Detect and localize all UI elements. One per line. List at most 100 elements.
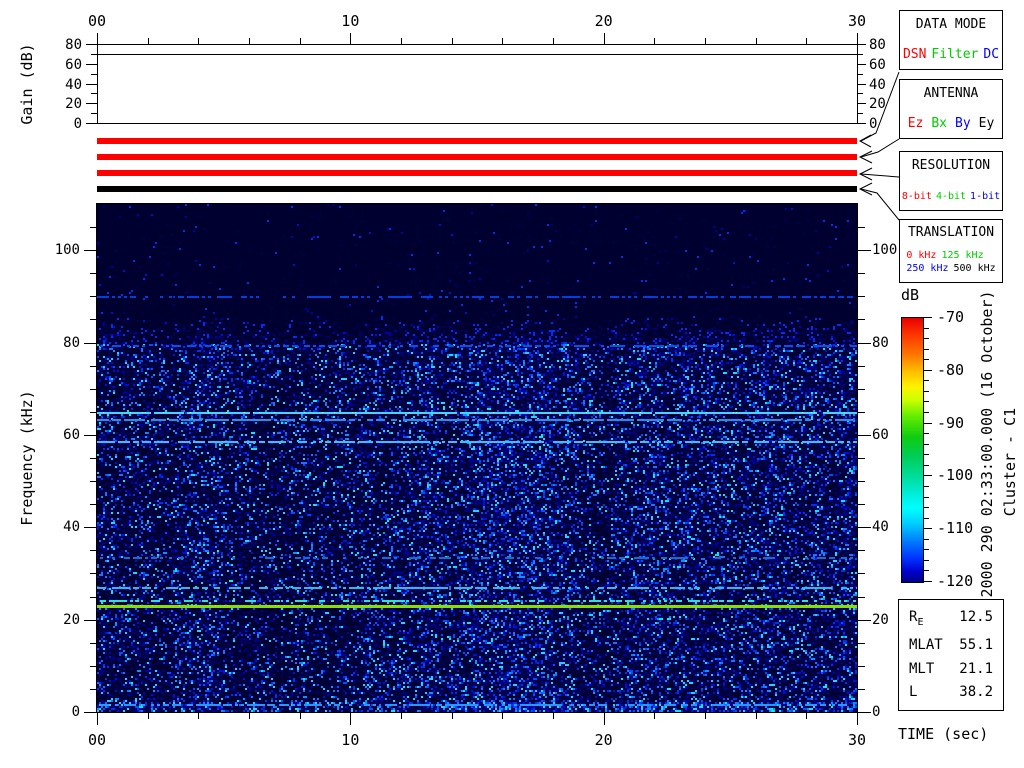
colorbar-tick-label: -70 <box>937 308 965 326</box>
colorbar-major-tick <box>924 422 932 424</box>
colorbar-major-tick <box>924 475 932 477</box>
freq-minor-tick-right <box>858 273 865 275</box>
legend-items: Ez Bx By Ey <box>908 117 995 130</box>
legend-items: 0 kHz 125 kHz 250 kHz 500 kHz <box>906 251 995 274</box>
colorbar-minor-tick <box>924 559 929 561</box>
freq-major-tick-right <box>858 342 871 344</box>
legend-box-resolution: RESOLUTION 8-bit 4-bit 1-bit <box>899 151 1003 211</box>
time-tick-label-bottom: 30 <box>847 731 867 749</box>
spectrogram-bottom-border <box>96 712 858 713</box>
legend-item-125-khz: 125 kHz <box>941 250 984 261</box>
time-minor-tick-top <box>806 38 808 44</box>
gain-major-tick-right <box>858 103 866 105</box>
gain-major-tick-right <box>858 44 866 45</box>
arrowhead-icon <box>858 134 872 148</box>
freq-tick-label-right: 80 <box>872 334 889 351</box>
colorbar-tick-label: -80 <box>937 360 965 379</box>
callout-arrow-antenna <box>860 138 900 158</box>
gain-tick-label-left: 60 <box>65 56 82 73</box>
colorbar-minor-tick <box>924 390 929 392</box>
info-value: 38.2 <box>959 683 993 700</box>
time-minor-tick-bottom <box>401 713 402 719</box>
freq-minor-tick-left <box>90 481 97 483</box>
colorbar-major-tick <box>924 581 932 582</box>
data-mode-bar <box>97 138 857 144</box>
freq-minor-tick-right <box>858 319 865 321</box>
time-tick-label-top: 20 <box>594 12 613 30</box>
freq-minor-tick-right <box>858 365 865 367</box>
freq-tick-label-left: 60 <box>63 426 80 443</box>
freq-tick-label-right: 60 <box>872 426 889 443</box>
legend-item-ey: Ey <box>978 116 995 131</box>
time-minor-tick-top <box>249 38 250 44</box>
colorbar-minor-tick <box>924 538 929 540</box>
gain-tick-label-left: 40 <box>65 76 82 93</box>
time-minor-tick-top <box>147 38 149 44</box>
gain-major-tick-right <box>858 63 866 65</box>
gain-tick-label-left: 20 <box>65 96 82 113</box>
time-minor-tick-bottom <box>502 713 504 719</box>
ephemeris-info-box: RE 12.5 MLAT 55.1 MLT 21.1 L 38.2 <box>898 599 1004 711</box>
gain-minor-tick-left <box>91 53 97 55</box>
time-minor-tick-top <box>401 38 402 44</box>
time-minor-tick-top <box>198 38 200 44</box>
freq-minor-tick-left <box>90 550 97 552</box>
colorbar-minor-tick <box>924 338 929 340</box>
colorbar-minor-tick <box>924 496 929 498</box>
spectrogram-canvas <box>97 204 857 712</box>
gain-tick-label-right: 40 <box>869 76 886 93</box>
info-label: MLAT <box>909 637 943 654</box>
gain-tick-label-left: 80 <box>65 37 82 53</box>
legend-item-filter: Filter <box>931 47 979 62</box>
freq-axis-title: Frequency (kHz) <box>18 390 36 526</box>
spectrogram-top-border <box>96 203 858 204</box>
colorbar-minor-tick <box>924 464 929 466</box>
freq-minor-tick-right <box>858 504 865 506</box>
colorbar-minor-tick <box>924 327 929 329</box>
freq-tick-label-left: 100 <box>54 242 80 259</box>
legend-item-row: 250 kHz 500 kHz <box>906 264 995 274</box>
freq-tick-label-right: 20 <box>872 611 889 628</box>
freq-minor-tick-left <box>90 319 97 321</box>
freq-minor-tick-right <box>858 665 865 667</box>
freq-major-tick-left <box>84 342 97 344</box>
colorbar-tick-label: -110 <box>937 519 974 538</box>
info-value: 21.1 <box>959 660 993 677</box>
time-minor-tick-bottom <box>198 713 200 719</box>
colorbar-major-tick <box>924 317 932 318</box>
freq-minor-tick-right <box>858 596 865 598</box>
time-tick-label-bottom: 20 <box>594 731 613 749</box>
gain-tick-label-right: 80 <box>869 37 886 53</box>
time-major-tick-bottom <box>857 713 858 725</box>
gain-tick-label-right: 0 <box>869 116 878 132</box>
spacecraft-label: Cluster - C1 <box>1001 407 1019 517</box>
time-minor-tick-bottom <box>451 713 453 719</box>
legend-box-antenna: ANTENNA Ez Bx By Ey <box>899 79 1003 139</box>
legend-item-4-bit: 4-bit <box>935 191 967 202</box>
freq-tick-label-right: 0 <box>872 704 881 720</box>
freq-minor-tick-right <box>858 227 865 229</box>
gain-axis-title: Gain (dB) <box>18 43 36 125</box>
freq-minor-tick-right <box>858 688 865 690</box>
translation-bar <box>97 186 857 192</box>
freq-minor-tick-left <box>90 273 97 275</box>
wbd-spectrogram-page: Gain (dB) Frequency (kHz) 00 00 10 10 20 20 30… <box>0 0 1024 768</box>
freq-minor-tick-left <box>90 688 97 690</box>
legend-item-row: 0 kHz 125 kHz <box>906 251 983 261</box>
legend-items: DSN Filter DC <box>903 48 999 61</box>
info-row: RE 12.5 <box>909 610 993 630</box>
time-minor-tick-bottom <box>705 713 706 719</box>
freq-major-tick-right <box>858 527 871 529</box>
freq-minor-tick-right <box>858 388 865 390</box>
colorbar-minor-tick <box>924 507 929 509</box>
legend-item-by: By <box>955 116 971 131</box>
time-minor-tick-bottom <box>654 713 656 719</box>
colorbar-minor-tick <box>924 570 929 572</box>
freq-minor-tick-left <box>90 388 97 390</box>
gain-tick-label-left: 0 <box>73 116 82 132</box>
time-major-tick-top <box>350 33 352 44</box>
gain-major-tick-right <box>858 83 866 85</box>
time-minor-tick-bottom <box>249 713 250 719</box>
time-tick-label-bottom: 00 <box>87 731 107 749</box>
colorbar-minor-tick <box>924 380 929 382</box>
